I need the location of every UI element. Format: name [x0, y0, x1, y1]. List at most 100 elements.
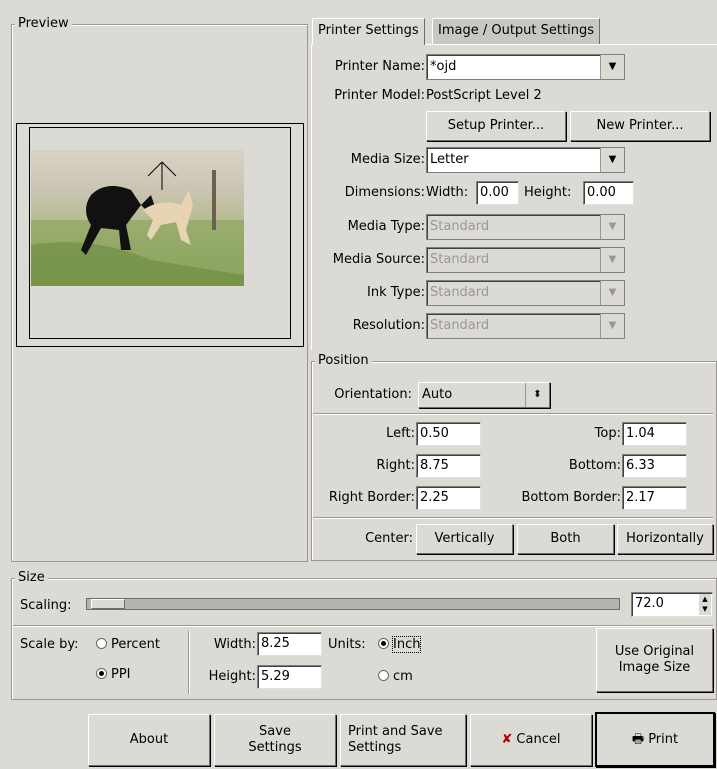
center-label: Center:: [365, 531, 413, 546]
chevron-down-icon[interactable]: ▼: [600, 148, 624, 172]
ink-type-combo[interactable]: Standard ▼: [426, 280, 625, 306]
printer-name-label: Printer Name:: [334, 59, 425, 74]
horses-photo: [31, 150, 244, 286]
setup-printer-button[interactable]: Setup Printer...: [426, 111, 566, 141]
units-inch-radio[interactable]: Inch: [378, 635, 422, 655]
spin-updown-icon[interactable]: ⬍: [525, 383, 549, 407]
about-label: About: [129, 732, 169, 747]
spin-updown-icon[interactable]: ▲ ▼: [699, 594, 711, 615]
chevron-down-icon[interactable]: ▼: [600, 248, 624, 272]
save-settings-button[interactable]: Save Settings: [214, 714, 336, 766]
center-horizontally-button[interactable]: Horizontally: [617, 524, 713, 554]
dim-height-label: Height:: [524, 185, 572, 200]
media-type-label: Media Type:: [347, 219, 425, 234]
orientation-arrow-icon: [147, 161, 177, 190]
radio-inch-indicator[interactable]: [378, 638, 389, 649]
bottom-label: Bottom:: [568, 458, 621, 473]
save-settings-label: Save Settings: [248, 724, 302, 755]
dim-width-label: Width:: [426, 185, 469, 200]
scaling-slider-trough[interactable]: [86, 598, 620, 610]
position-separator: [313, 413, 713, 415]
cancel-button[interactable]: ✘ Cancel: [470, 714, 592, 766]
media-source-combo[interactable]: Standard ▼: [426, 247, 625, 273]
size-width-field[interactable]: 8.25: [257, 632, 322, 656]
dimensions-label: Dimensions:: [344, 185, 425, 200]
media-size-label: Media Size:: [350, 152, 425, 167]
tab-printer-settings-label: Printer Settings: [318, 23, 419, 38]
size-title: Size: [15, 570, 48, 586]
media-source-label: Media Source:: [332, 252, 425, 267]
resolution-value: Standard: [430, 318, 490, 333]
chevron-down-icon[interactable]: ▼: [600, 314, 624, 338]
scaling-label: Scaling:: [20, 598, 72, 613]
dim-width-field[interactable]: 0.00: [476, 181, 519, 205]
size-width-label: Width:: [213, 637, 256, 652]
bottom-field[interactable]: 6.33: [622, 454, 687, 478]
ink-type-value: Standard: [430, 285, 490, 300]
about-button[interactable]: About: [88, 714, 210, 766]
size-separator: [13, 625, 713, 627]
media-size-combo[interactable]: Letter ▼: [426, 147, 625, 173]
ink-type-label: Ink Type:: [367, 285, 425, 300]
orientation-selector[interactable]: Auto ⬍: [418, 382, 550, 408]
scaling-value: 72.0: [635, 596, 664, 611]
center-both-button[interactable]: Both: [517, 524, 614, 554]
resolution-combo[interactable]: Standard ▼: [426, 313, 625, 339]
use-original-label: Use Original Image Size: [614, 644, 695, 675]
print-button[interactable]: 🖶 Print: [595, 712, 715, 767]
dim-height-field[interactable]: 0.00: [583, 181, 634, 205]
print-label: Print: [648, 731, 679, 747]
print-and-save-label: Print and Save Settings: [348, 724, 443, 755]
top-field[interactable]: 1.04: [622, 422, 687, 446]
orientation-label: Orientation:: [334, 387, 412, 402]
printer-name-value: *ojd: [430, 59, 457, 74]
preview-title: Preview: [15, 16, 72, 32]
scale-by-label: Scale by:: [20, 637, 79, 652]
cm-label: cm: [393, 669, 413, 684]
printer-model-label: Printer Model:: [334, 88, 425, 103]
chevron-down-icon[interactable]: ▼: [600, 281, 624, 305]
media-source-value: Standard: [430, 252, 490, 267]
right-label: Right:: [376, 458, 415, 473]
radio-ppi-indicator[interactable]: [96, 668, 107, 679]
center-vertically-button[interactable]: Vertically: [416, 524, 513, 554]
right-field[interactable]: 8.75: [416, 454, 481, 478]
left-label: Left:: [386, 426, 415, 441]
size-height-label: Height:: [208, 669, 256, 684]
size-height-field[interactable]: 5.29: [257, 665, 322, 689]
radio-percent-indicator[interactable]: [96, 638, 107, 649]
printer-name-combo[interactable]: *ojd ▼: [426, 54, 625, 80]
tab-image-output-label: Image / Output Settings: [438, 23, 594, 38]
cancel-label: Cancel: [516, 732, 561, 747]
position-separator-2: [313, 517, 713, 519]
position-title: Position: [315, 353, 372, 369]
tab-image-output-settings[interactable]: Image / Output Settings: [432, 18, 600, 44]
tab-printer-settings[interactable]: Printer Settings: [312, 18, 425, 45]
resolution-label: Resolution:: [352, 318, 425, 333]
scale-by-ppi-radio[interactable]: PPI: [96, 665, 131, 685]
vertically-label: Vertically: [434, 531, 495, 546]
scale-by-percent-radio[interactable]: Percent: [96, 635, 160, 655]
chevron-down-icon[interactable]: ▼: [600, 55, 624, 79]
radio-cm-indicator[interactable]: [378, 670, 389, 681]
printer-model-value: PostScript Level 2: [426, 88, 542, 103]
inch-label: Inch: [391, 636, 422, 653]
scaling-slider-handle[interactable]: [91, 599, 125, 609]
left-field[interactable]: 0.50: [416, 422, 481, 446]
media-type-value: Standard: [430, 219, 490, 234]
chevron-down-icon[interactable]: ▼: [600, 215, 624, 239]
use-original-size-button[interactable]: Use Original Image Size: [596, 628, 713, 692]
both-label: Both: [550, 531, 581, 546]
scaling-spinbox[interactable]: 72.0 ▲ ▼: [631, 592, 713, 617]
new-printer-label: New Printer...: [596, 118, 684, 133]
media-type-combo[interactable]: Standard ▼: [426, 214, 625, 240]
right-border-field[interactable]: 2.25: [416, 486, 481, 510]
print-and-save-button[interactable]: Print and Save Settings: [340, 714, 466, 766]
bottom-border-field[interactable]: 2.17: [622, 486, 687, 510]
printer-icon: 🖶: [631, 731, 645, 747]
units-cm-radio[interactable]: cm: [378, 667, 413, 687]
right-border-label: Right Border:: [328, 490, 415, 505]
orientation-value: Auto: [422, 387, 453, 402]
preview-image[interactable]: [31, 150, 244, 286]
new-printer-button[interactable]: New Printer...: [570, 111, 710, 141]
